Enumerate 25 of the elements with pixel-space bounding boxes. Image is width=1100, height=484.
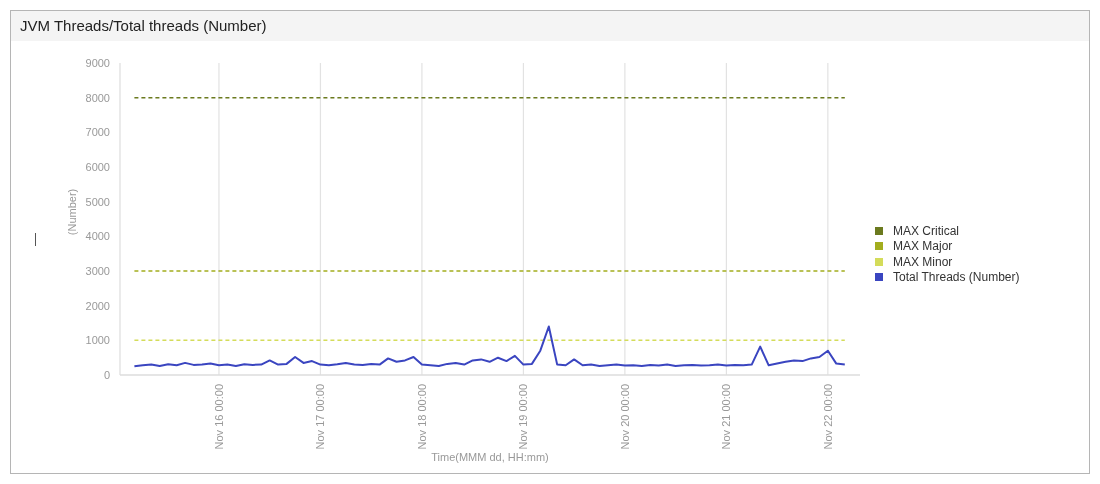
legend-label: MAX Critical — [893, 222, 959, 240]
y-tick-label: 4000 — [85, 230, 110, 243]
y-tick-label: 2000 — [85, 299, 110, 312]
panel-title: JVM Threads/Total threads (Number) — [20, 15, 267, 36]
x-tick-label: Nov 22 00:00 — [821, 384, 834, 450]
y-tick-label: 1000 — [85, 334, 110, 347]
y-tick-label: 8000 — [85, 91, 110, 104]
x-tick-label: Nov 18 00:00 — [415, 384, 428, 450]
vertical-mark — [35, 232, 36, 247]
x-axis-title: Time(MMM dd, HH:mm) — [431, 451, 549, 463]
y-tick-label: 0 — [103, 369, 110, 381]
x-tick-label: Nov 17 00:00 — [314, 384, 327, 450]
x-tick-label: Nov 21 00:00 — [720, 384, 733, 450]
y-tick-label: 6000 — [85, 161, 110, 173]
y-tick-label: 5000 — [85, 195, 110, 208]
legend-label: MAX Major — [893, 238, 953, 256]
x-tick-label: Nov 20 00:00 — [618, 384, 631, 450]
x-tick-label: Nov 16 00:00 — [212, 384, 225, 450]
y-tick-label: 3000 — [85, 265, 110, 277]
legend-label: Total Threads (Number) — [893, 269, 1020, 287]
x-tick-label: Nov 19 00:00 — [517, 384, 530, 450]
y-tick-label: 9000 — [85, 57, 110, 69]
legend-label: MAX Minor — [893, 253, 953, 271]
y-axis-title: (Number) — [66, 188, 78, 236]
y-tick-label: 7000 — [85, 126, 110, 139]
